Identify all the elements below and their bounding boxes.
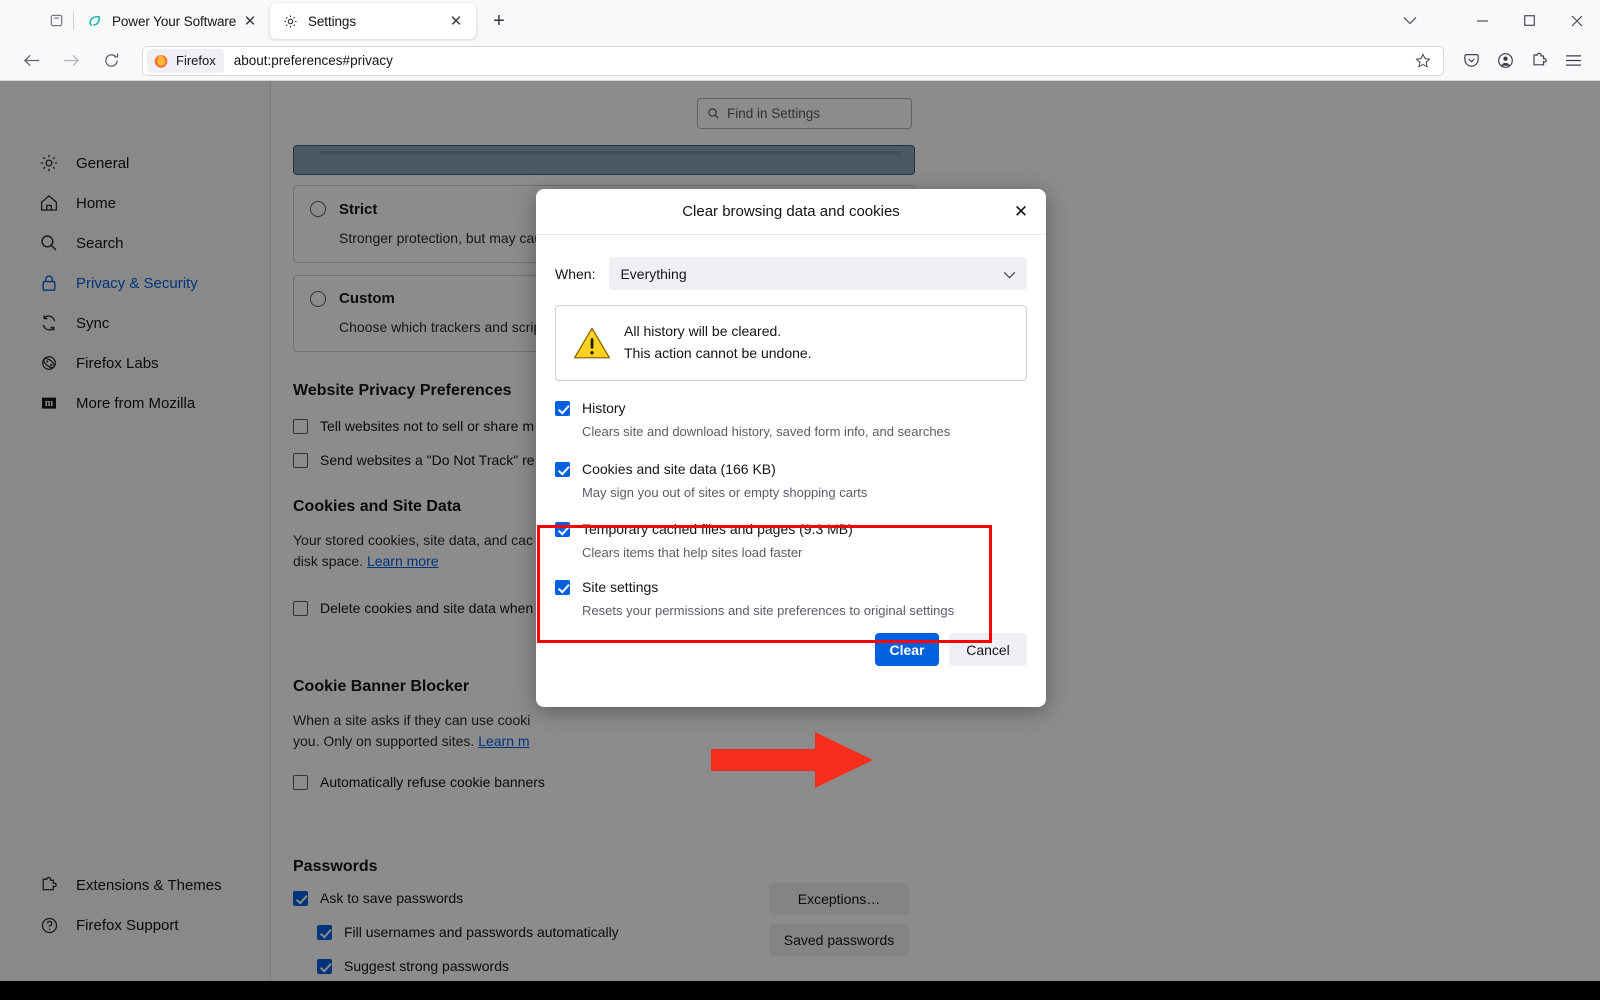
reload-icon[interactable] xyxy=(94,45,128,77)
checkbox-box[interactable] xyxy=(555,521,570,537)
checkbox-box[interactable] xyxy=(555,579,570,595)
leaf-icon xyxy=(86,13,103,30)
maximize-button[interactable] xyxy=(1506,0,1553,41)
when-selected-value: Everything xyxy=(620,265,687,282)
option-cookies-row[interactable]: Cookies and site data (166 KB) xyxy=(555,461,1027,477)
option-cookies-and-site-data: Cookies and site data (166 KB) May sign … xyxy=(555,461,1027,500)
option-description: Resets your permissions and site prefere… xyxy=(582,603,955,618)
chevron-down-icon xyxy=(1003,266,1016,282)
list-all-tabs-icon[interactable] xyxy=(38,0,74,41)
identity-box: Firefox xyxy=(147,48,224,73)
gear-icon xyxy=(282,13,299,30)
toolbar-icons xyxy=(1454,45,1600,77)
chevron-down-icon[interactable] xyxy=(1379,0,1441,41)
warning-triangle-icon xyxy=(572,326,612,360)
back-icon[interactable] xyxy=(14,45,48,77)
browser-window: Power Your Software Testing wit ✕ Settin… xyxy=(0,0,1600,1000)
option-label: Cookies and site data (166 KB) xyxy=(582,461,776,477)
forward-icon[interactable] xyxy=(54,45,88,77)
option-description: May sign you out of sites or empty shopp… xyxy=(582,485,868,500)
warning-line-1: All history will be cleared. xyxy=(624,323,782,340)
close-icon[interactable]: ✕ xyxy=(446,11,466,31)
option-label: History xyxy=(582,400,626,416)
option-history-row[interactable]: History xyxy=(555,400,1027,416)
checkbox-box[interactable] xyxy=(555,461,570,477)
firefox-logo-icon xyxy=(153,53,169,69)
navigation-toolbar: Firefox about:preferences#privacy xyxy=(0,41,1600,81)
when-select[interactable]: Everything xyxy=(609,257,1027,290)
minimize-button[interactable] xyxy=(1459,0,1506,41)
option-description: Clears items that help sites load faster xyxy=(582,545,803,560)
option-site-settings-row[interactable]: Site settings xyxy=(555,579,1027,595)
close-icon[interactable]: ✕ xyxy=(240,11,260,31)
option-history: History Clears site and download history… xyxy=(555,400,1027,439)
bottom-bar xyxy=(0,981,1600,1000)
new-tab-button[interactable]: + xyxy=(482,4,516,38)
url-text[interactable]: about:preferences#privacy xyxy=(234,53,1409,68)
dialog-title: Clear browsing data and cookies xyxy=(682,203,900,220)
tab-title: Settings xyxy=(308,13,356,29)
account-icon[interactable] xyxy=(1488,45,1522,77)
menu-icon[interactable] xyxy=(1556,45,1590,77)
option-site-settings: Site settings Resets your permissions an… xyxy=(555,579,1027,618)
extensions-icon[interactable] xyxy=(1522,45,1556,77)
cancel-button[interactable]: Cancel xyxy=(949,633,1027,666)
window-controls xyxy=(1379,0,1600,41)
dialog-actions: Clear Cancel xyxy=(555,633,1027,666)
option-cache-row[interactable]: Temporary cached files and pages (9.3 MB… xyxy=(555,521,1027,537)
warning-text: All history will be cleared. This action… xyxy=(624,321,812,364)
clear-browsing-data-dialog: Clear browsing data and cookies ✕ When: … xyxy=(536,189,1046,707)
option-description: Clears site and download history, saved … xyxy=(582,424,951,439)
tabstrip: Power Your Software Testing wit ✕ Settin… xyxy=(73,0,516,41)
close-button[interactable] xyxy=(1553,0,1600,41)
clear-button[interactable]: Clear xyxy=(875,633,939,666)
dialog-header: Clear browsing data and cookies ✕ xyxy=(536,189,1046,235)
annotation-arrow xyxy=(711,732,873,788)
close-icon[interactable]: ✕ xyxy=(1006,197,1036,227)
warning-line-2: This action cannot be undone. xyxy=(624,345,812,361)
titlebar-left-pad xyxy=(0,0,38,41)
tab-power-your-software-testing[interactable]: Power Your Software Testing wit ✕ xyxy=(73,3,270,39)
option-label: Temporary cached files and pages (9.3 MB… xyxy=(582,521,853,537)
warning-box: All history will be cleared. This action… xyxy=(555,305,1027,381)
tab-title: Power Your Software Testing wit xyxy=(112,13,240,29)
pocket-icon[interactable] xyxy=(1454,45,1488,77)
dialog-body: When: Everything All history will be cle… xyxy=(536,235,1046,666)
identity-label: Firefox xyxy=(176,53,216,68)
when-row: When: Everything xyxy=(555,257,1027,290)
bookmark-star-icon[interactable] xyxy=(1409,48,1437,74)
tab-settings[interactable]: Settings ✕ xyxy=(270,3,476,39)
url-bar[interactable]: Firefox about:preferences#privacy xyxy=(142,45,1444,76)
titlebar: Power Your Software Testing wit ✕ Settin… xyxy=(0,0,1600,41)
checkbox-box[interactable] xyxy=(555,400,570,416)
when-label: When: xyxy=(555,265,596,282)
option-label: Site settings xyxy=(582,579,659,595)
option-temporary-cached-files: Temporary cached files and pages (9.3 MB… xyxy=(555,521,1027,560)
